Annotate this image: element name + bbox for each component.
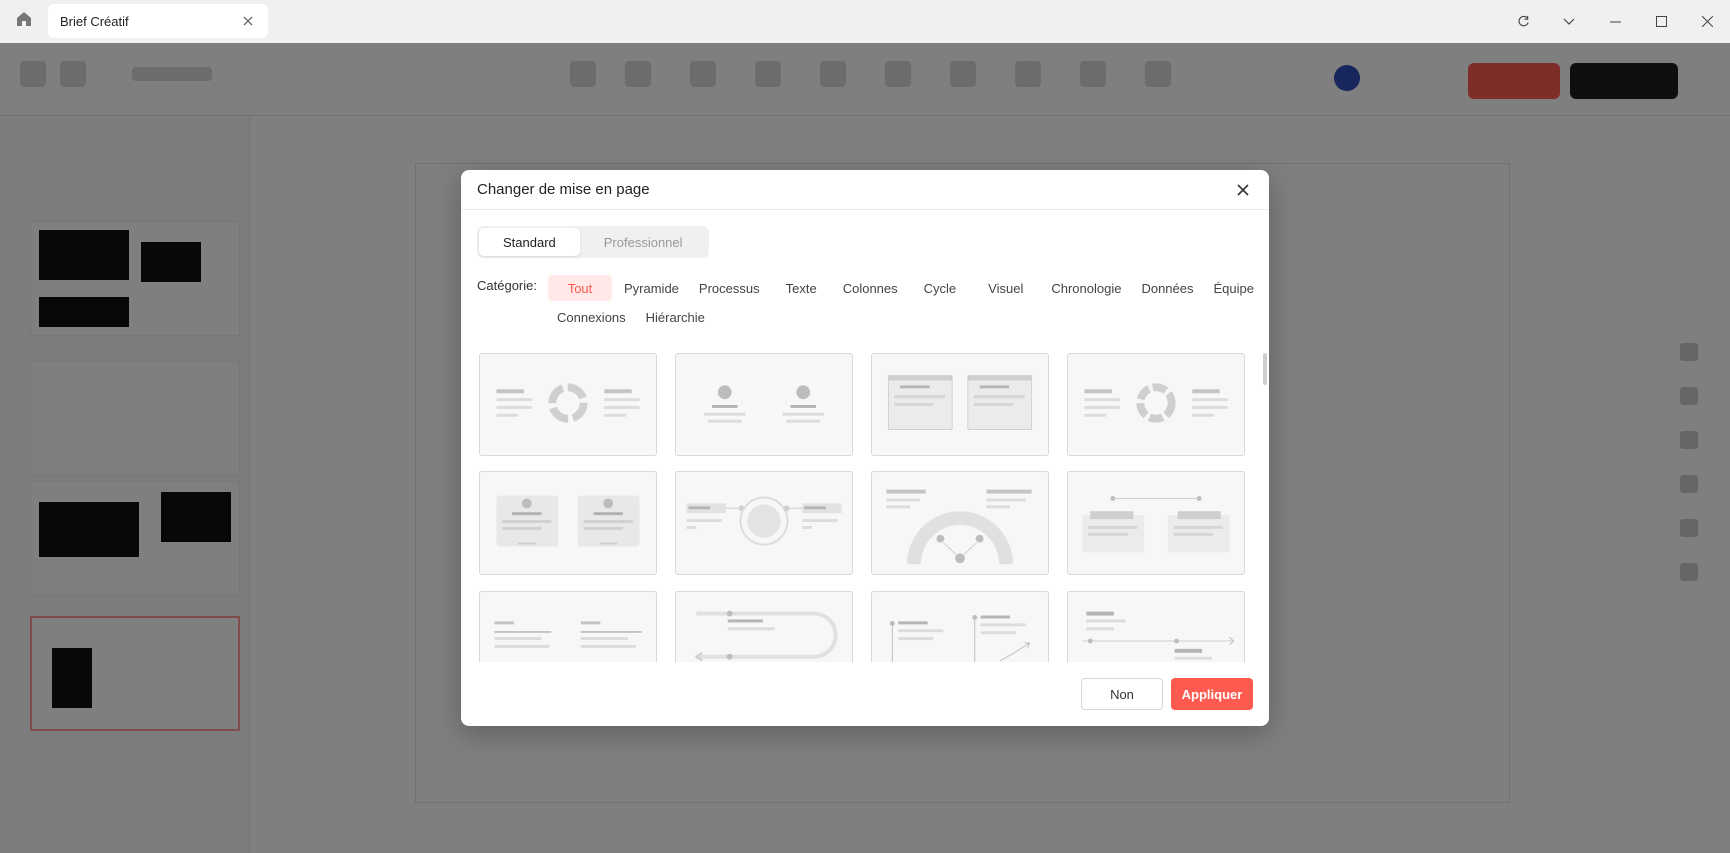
layout-preview-icon [496,383,640,423]
category-colonnes[interactable]: Colonnes [833,275,908,301]
layout-preview-icon [496,495,640,547]
layout-grid [479,353,1249,662]
category-filter-row-2: Connexions Hiérarchie [547,304,715,330]
layout-card-horizontal-timeline[interactable] [1067,591,1245,662]
close-icon [1237,183,1249,196]
layout-card-two-avatars[interactable] [675,353,853,456]
layout-preview-icon [886,489,1032,565]
home-icon [16,11,32,32]
layout-preview-icon [887,375,1033,430]
category-filter-row: Tout Pyramide Processus Texte Colonnes C… [548,275,1264,301]
category-processus[interactable]: Processus [689,275,770,301]
category-hierarchie[interactable]: Hiérarchie [636,304,715,330]
layout-grid-scrollbar[interactable] [1263,353,1267,385]
minimize-icon [1609,21,1621,22]
layout-card-cycle-arrows[interactable] [1067,353,1245,456]
minimize-button[interactable] [1592,0,1638,43]
category-tout[interactable]: Tout [548,275,612,301]
category-donnees[interactable]: Données [1131,275,1203,301]
category-connexions[interactable]: Connexions [547,304,636,330]
category-visuel[interactable]: Visuel [978,275,1033,301]
tab-label: Brief Créatif [60,13,129,29]
layout-preview-icon [889,615,1031,662]
layout-preview-icon [494,621,642,648]
change-layout-dialog: Changer de mise en page Standard Profess… [461,170,1269,726]
window-close-button[interactable] [1684,0,1730,43]
dialog-footer: Non Appliquer [461,662,1269,726]
cancel-button[interactable]: Non [1081,678,1163,710]
category-texte[interactable]: Texte [776,275,827,301]
layout-card-u-curve-process[interactable] [675,591,853,662]
layout-type-segmented-control: Standard Professionnel [477,226,709,258]
title-bar: Brief Créatif [0,0,1730,43]
layout-card-vertical-lines-growth[interactable] [871,591,1049,662]
layout-preview-icon [686,496,842,546]
layout-preview-icon [694,610,838,662]
layout-card-two-text-columns[interactable] [479,591,657,662]
chevron-down-icon [1563,18,1575,25]
dialog-header: Changer de mise en page [461,170,1269,210]
layout-preview-icon [704,385,824,423]
layout-card-two-profile-cards[interactable] [479,471,657,575]
close-icon [1701,16,1713,27]
dialog-close-button[interactable] [1233,180,1253,200]
layout-card-two-panels[interactable] [871,353,1049,456]
category-label: Catégorie: [477,278,537,293]
tab-brief-creatif[interactable]: Brief Créatif [48,4,268,38]
layout-card-donut-two-text[interactable] [479,353,657,456]
layout-preview-icon [1084,383,1228,423]
category-pyramide[interactable]: Pyramide [614,275,689,301]
layout-preview-icon [1082,496,1230,553]
refresh-button[interactable] [1500,0,1546,43]
layout-card-semicircle-diagram[interactable] [871,471,1049,575]
home-button[interactable] [0,0,48,43]
refresh-icon [1518,15,1529,27]
layout-preview-icon [1082,611,1235,660]
dropdown-button[interactable] [1546,0,1592,43]
segment-professionnel[interactable]: Professionnel [580,228,707,256]
segment-standard[interactable]: Standard [479,228,580,256]
maximize-button[interactable] [1638,0,1684,43]
category-chronologie[interactable]: Chronologie [1041,275,1131,301]
apply-button[interactable]: Appliquer [1171,678,1253,710]
layout-card-two-boxes-connected[interactable] [1067,471,1245,575]
category-cycle[interactable]: Cycle [914,275,967,301]
tab-close-button[interactable] [240,13,256,29]
dialog-title: Changer de mise en page [477,181,650,198]
maximize-icon [1655,16,1667,27]
category-equipe[interactable]: Équipe [1204,275,1264,301]
close-icon [243,16,253,26]
layout-card-connected-circle[interactable] [675,471,853,575]
